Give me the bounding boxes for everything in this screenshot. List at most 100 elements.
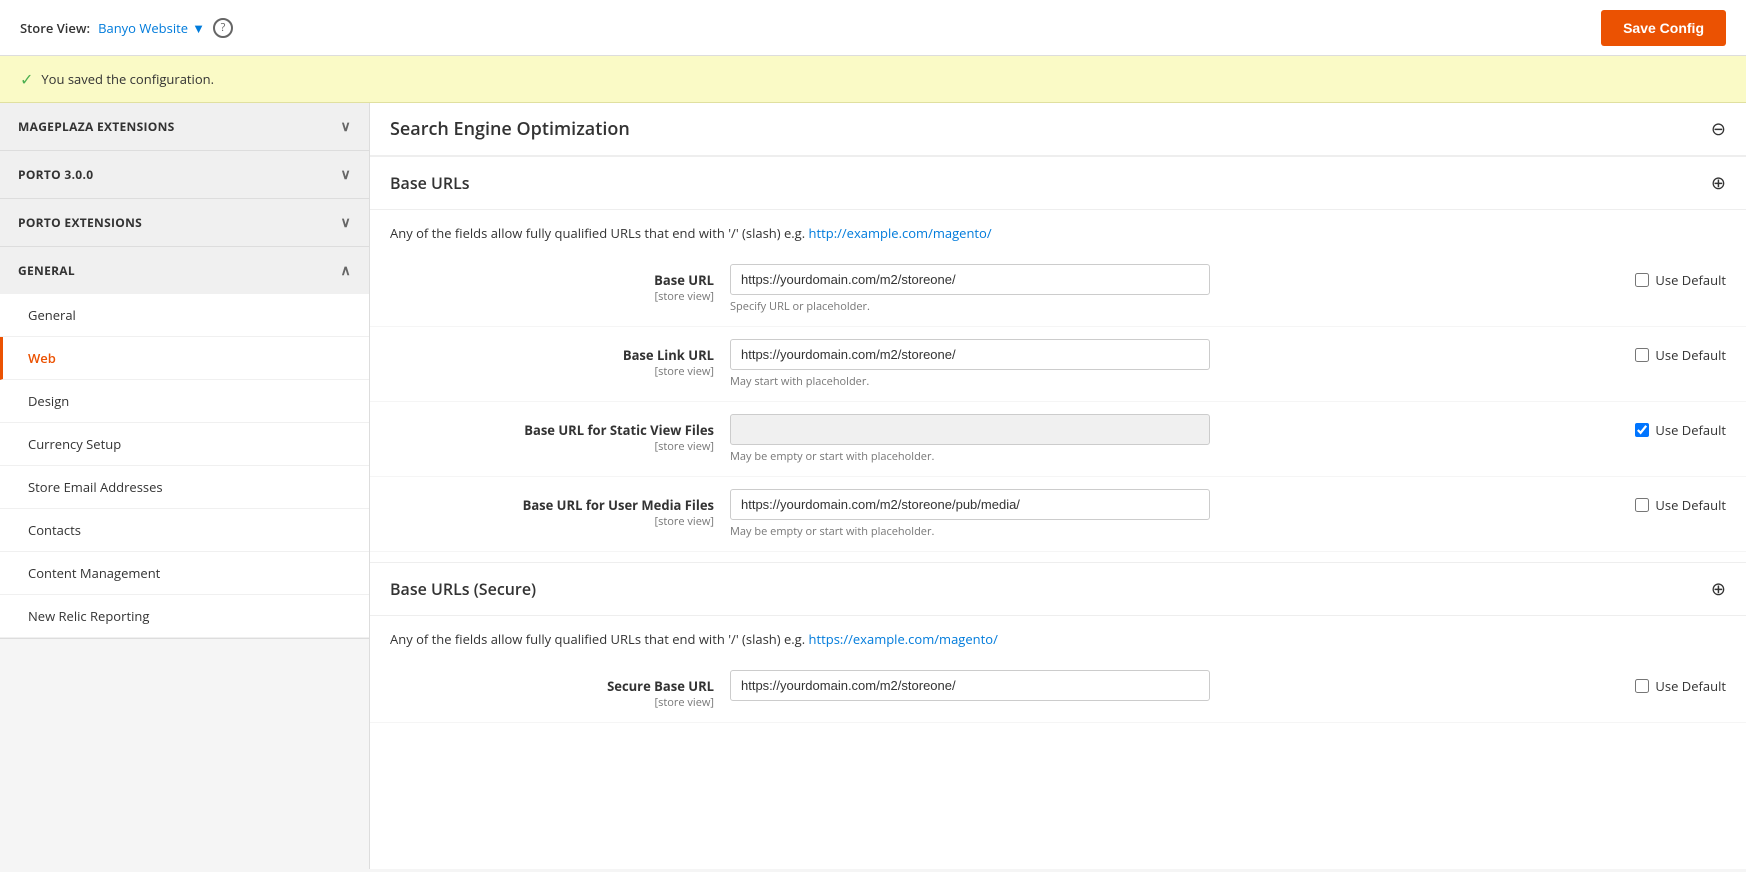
header: Store View: Banyo Website ▼ ? Save Confi… xyxy=(0,0,1746,56)
form-input-base-link-url[interactable] xyxy=(730,339,1210,370)
form-hint-base-url: Specify URL or placeholder. xyxy=(730,299,1623,314)
sidebar-chevron-porto-extensions: ∨ xyxy=(340,213,351,232)
form-label-col-base-url-static: Base URL for Static View Files[store vie… xyxy=(390,414,730,454)
form-label-base-url-media: Base URL for User Media Files xyxy=(390,496,714,514)
base-urls-description: Any of the fields allow fully qualified … xyxy=(370,210,1746,252)
form-sublabel-base-url: [store view] xyxy=(390,289,714,304)
seo-section-header[interactable]: Search Engine Optimization ⊖ xyxy=(370,103,1746,156)
form-input-base-url[interactable] xyxy=(730,264,1210,295)
use-default-col-base-url: Use Default xyxy=(1623,264,1726,289)
form-row-base-url-static: Base URL for Static View Files[store vie… xyxy=(370,402,1746,477)
form-row-secure-base-url: Secure Base URL[store view] Use Default xyxy=(370,658,1746,723)
form-input-base-url-static[interactable] xyxy=(730,414,1210,445)
sidebar-section-label-porto-extensions: PORTO EXTENSIONS xyxy=(18,214,142,231)
use-default-label-base-link-url: Use Default xyxy=(1655,346,1726,364)
help-icon[interactable]: ? xyxy=(213,18,233,38)
use-default-label-secure-base-url: Use Default xyxy=(1655,677,1726,695)
sidebar-section-label-porto-300: PORTO 3.0.0 xyxy=(18,166,93,183)
base-urls-example-link[interactable]: http://example.com/magento/ xyxy=(809,224,992,242)
use-default-col-base-url-media: Use Default xyxy=(1623,489,1726,514)
seo-toggle-icon[interactable]: ⊖ xyxy=(1711,117,1726,141)
sidebar-section-porto-300: PORTO 3.0.0 ∨ xyxy=(0,151,369,199)
sidebar-item-web[interactable]: Web xyxy=(0,337,369,380)
save-config-button[interactable]: Save Config xyxy=(1601,10,1726,46)
base-url-fields: Base URL[store view]Specify URL or place… xyxy=(370,252,1746,552)
sidebar-item-currency-setup[interactable]: Currency Setup xyxy=(0,423,369,466)
use-default-label-base-url-static: Use Default xyxy=(1655,421,1726,439)
form-hint-base-url-media: May be empty or start with placeholder. xyxy=(730,524,1623,539)
use-default-col-secure-base-url: Use Default xyxy=(1623,670,1726,695)
use-default-col-base-url-static: Use Default xyxy=(1623,414,1726,439)
sidebar-item-contacts[interactable]: Contacts xyxy=(0,509,369,552)
use-default-col-base-link-url: Use Default xyxy=(1623,339,1726,364)
store-view-name: Banyo Website xyxy=(98,19,188,37)
sidebar-section-header-porto-300[interactable]: PORTO 3.0.0 ∨ xyxy=(0,151,369,198)
page-layout: MAGEPLAZA EXTENSIONS∨PORTO 3.0.0∨PORTO E… xyxy=(0,103,1746,869)
form-input-col-base-url-media: May be empty or start with placeholder. xyxy=(730,489,1623,539)
form-label-base-url: Base URL xyxy=(390,271,714,289)
form-input-col-base-url-static: May be empty or start with placeholder. xyxy=(730,414,1623,464)
sidebar-item-new-relic-reporting[interactable]: New Relic Reporting xyxy=(0,595,369,638)
sidebar-section-label-mageplaza-extensions: MAGEPLAZA EXTENSIONS xyxy=(18,118,175,135)
store-view-dropdown[interactable]: Banyo Website ▼ xyxy=(98,19,205,37)
sidebar-chevron-porto-300: ∨ xyxy=(340,165,351,184)
form-row-base-url-media: Base URL for User Media Files[store view… xyxy=(370,477,1746,552)
use-default-checkbox-base-url-media[interactable] xyxy=(1635,498,1649,512)
use-default-checkbox-base-url[interactable] xyxy=(1635,273,1649,287)
base-urls-secure-description: Any of the fields allow fully qualified … xyxy=(370,616,1746,658)
form-label-base-link-url: Base Link URL xyxy=(390,346,714,364)
form-row-base-url: Base URL[store view]Specify URL or place… xyxy=(370,252,1746,327)
form-label-base-url-static: Base URL for Static View Files xyxy=(390,421,714,439)
success-message-text: You saved the configuration. xyxy=(41,70,214,88)
form-input-col-secure-base-url xyxy=(730,670,1623,701)
form-row-base-link-url: Base Link URL[store view]May start with … xyxy=(370,327,1746,402)
form-sublabel-base-url-static: [store view] xyxy=(390,439,714,454)
form-hint-base-url-static: May be empty or start with placeholder. xyxy=(730,449,1623,464)
base-urls-secure-toggle-icon[interactable]: ⊕ xyxy=(1711,577,1726,601)
sidebar: MAGEPLAZA EXTENSIONS∨PORTO 3.0.0∨PORTO E… xyxy=(0,103,370,869)
form-label-col-base-link-url: Base Link URL[store view] xyxy=(390,339,730,379)
form-label-col-base-url-media: Base URL for User Media Files[store view… xyxy=(390,489,730,529)
sidebar-item-store-email-addresses[interactable]: Store Email Addresses xyxy=(0,466,369,509)
form-sublabel-base-link-url: [store view] xyxy=(390,364,714,379)
base-urls-toggle-icon[interactable]: ⊕ xyxy=(1711,171,1726,195)
success-check-icon: ✓ xyxy=(20,68,33,90)
form-sublabel-secure-base-url: [store view] xyxy=(390,695,714,710)
sidebar-item-content-management[interactable]: Content Management xyxy=(0,552,369,595)
base-urls-secure-title: Base URLs (Secure) xyxy=(390,578,536,600)
sidebar-section-header-mageplaza-extensions[interactable]: MAGEPLAZA EXTENSIONS ∨ xyxy=(0,103,369,150)
base-urls-secure-section-header[interactable]: Base URLs (Secure) ⊕ xyxy=(370,562,1746,616)
form-sublabel-base-url-media: [store view] xyxy=(390,514,714,529)
secure-base-url-fields: Secure Base URL[store view] Use Default xyxy=(370,658,1746,723)
sidebar-chevron-general: ∧ xyxy=(340,261,351,280)
sidebar-section-porto-extensions: PORTO EXTENSIONS ∨ xyxy=(0,199,369,247)
use-default-checkbox-secure-base-url[interactable] xyxy=(1635,679,1649,693)
sidebar-section-header-general[interactable]: GENERAL ∧ xyxy=(0,247,369,294)
form-label-col-secure-base-url: Secure Base URL[store view] xyxy=(390,670,730,710)
success-message-bar: ✓ You saved the configuration. xyxy=(0,56,1746,103)
base-urls-section-header[interactable]: Base URLs ⊕ xyxy=(370,156,1746,210)
form-label-col-base-url: Base URL[store view] xyxy=(390,264,730,304)
header-left: Store View: Banyo Website ▼ ? xyxy=(20,18,233,38)
store-view-label: Store View: xyxy=(20,19,90,37)
seo-section-title: Search Engine Optimization xyxy=(390,117,630,141)
sidebar-section-label-general: GENERAL xyxy=(18,262,75,279)
base-urls-title: Base URLs xyxy=(390,172,470,194)
sidebar-item-general[interactable]: General xyxy=(0,294,369,337)
sidebar-item-design[interactable]: Design xyxy=(0,380,369,423)
main-content: Search Engine Optimization ⊖ Base URLs ⊕… xyxy=(370,103,1746,869)
sidebar-section-mageplaza-extensions: MAGEPLAZA EXTENSIONS ∨ xyxy=(0,103,369,151)
sidebar-chevron-mageplaza-extensions: ∨ xyxy=(340,117,351,136)
sidebar-section-header-porto-extensions[interactable]: PORTO EXTENSIONS ∨ xyxy=(0,199,369,246)
form-input-secure-base-url[interactable] xyxy=(730,670,1210,701)
form-label-secure-base-url: Secure Base URL xyxy=(390,677,714,695)
base-urls-secure-example-link[interactable]: https://example.com/magento/ xyxy=(809,630,998,648)
sidebar-section-general: GENERAL ∧ GeneralWebDesignCurrency SetupSt… xyxy=(0,247,369,639)
form-input-col-base-link-url: May start with placeholder. xyxy=(730,339,1623,389)
use-default-checkbox-base-url-static[interactable] xyxy=(1635,423,1649,437)
chevron-down-icon: ▼ xyxy=(192,19,205,37)
form-input-base-url-media[interactable] xyxy=(730,489,1210,520)
use-default-checkbox-base-link-url[interactable] xyxy=(1635,348,1649,362)
use-default-label-base-url: Use Default xyxy=(1655,271,1726,289)
form-hint-base-link-url: May start with placeholder. xyxy=(730,374,1623,389)
